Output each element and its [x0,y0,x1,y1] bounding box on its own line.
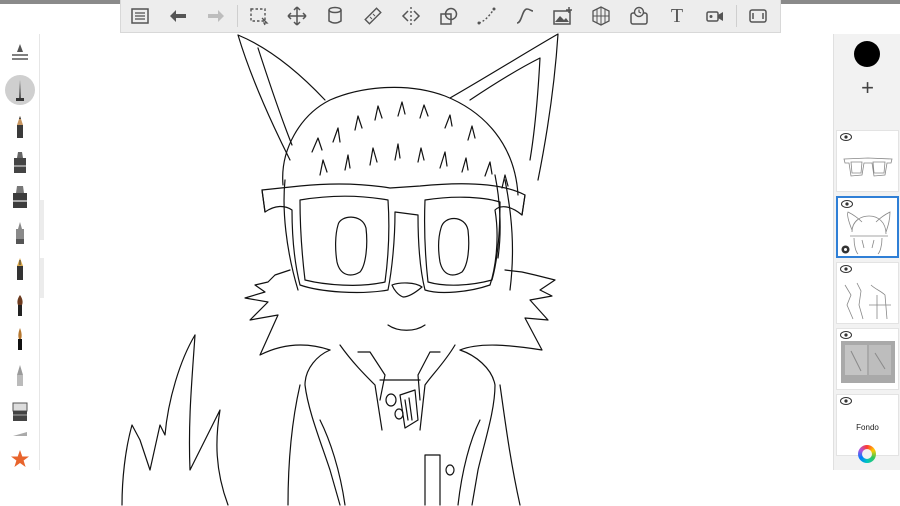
layer-thumbnail [847,211,891,255]
layers-list-icon[interactable] [121,0,159,33]
text-tool-label: T [670,4,684,27]
layer-thumbnail [844,282,891,320]
layer-lock-icon[interactable] [841,245,850,254]
collar [304,349,341,506]
add-layer-button[interactable]: + [834,72,900,104]
add-layer-icon: + [861,75,874,100]
redo-icon[interactable] [197,0,235,33]
perspective-curve-icon[interactable] [468,0,506,33]
stroke-icon[interactable] [506,0,544,33]
record-icon[interactable] [696,0,734,33]
brush-scroll-indicator[interactable] [4,426,36,440]
tail [121,334,196,506]
sketchbook-app: T + Fondo [0,0,900,506]
time-lapse-icon[interactable] [620,0,658,33]
visibility-eye-icon[interactable] [841,200,853,208]
shape-icon[interactable] [430,0,468,33]
drawing-canvas[interactable] [40,33,833,506]
layers-panel: + Fondo [833,34,900,470]
text-icon[interactable]: T [658,0,696,33]
fill-bucket-icon[interactable] [316,0,354,33]
right-eye [438,217,470,276]
visibility-eye-icon[interactable] [840,265,852,273]
fountain-pen-icon[interactable] [4,254,36,284]
ruler-icon[interactable] [354,0,392,33]
brush-palette [0,34,40,470]
layer-head[interactable] [836,196,899,258]
visibility-eye-icon[interactable] [840,331,852,339]
add-image-icon[interactable] [544,0,582,33]
toolbar-divider [736,5,737,27]
visibility-eye-icon[interactable] [840,133,852,141]
layer-background-label: Fondo [856,423,879,432]
head-outline [282,86,519,196]
transform-icon[interactable] [278,0,316,33]
perspective-grid-icon[interactable] [582,0,620,33]
layer-thumbnail [841,341,895,383]
layer-sketch-photo[interactable] [836,328,899,390]
selection-icon[interactable] [240,0,278,33]
layer-body[interactable] [836,262,899,324]
mouth [387,324,426,331]
fullscreen-icon[interactable] [739,0,777,33]
marker-icon[interactable] [4,147,36,177]
chisel-marker-icon[interactable] [4,182,36,212]
visibility-eye-icon[interactable] [840,397,852,405]
graphite-pencil-icon[interactable] [4,112,36,142]
layer-thumbnail [843,157,893,177]
airbrush-icon[interactable] [4,218,36,248]
main-toolbar: T [120,0,781,33]
nose [391,282,423,298]
right-cheek-fur [459,269,556,351]
paint-brush-icon[interactable] [4,290,36,320]
left-eye [335,216,368,276]
favorite-star-icon[interactable] [4,444,36,474]
brush-settings-icon[interactable] [4,38,36,68]
smudge-icon[interactable] [4,360,36,390]
undo-icon[interactable] [159,0,197,33]
pencil-brush-icon[interactable] [5,75,35,105]
layer-glasses[interactable] [836,130,899,192]
toolbar-divider [237,5,238,27]
ink-brush-icon[interactable] [4,324,36,354]
color-wheel-icon[interactable] [858,445,876,463]
left-ear [237,34,326,161]
current-color-swatch[interactable] [854,41,880,67]
symmetry-icon[interactable] [392,0,430,33]
